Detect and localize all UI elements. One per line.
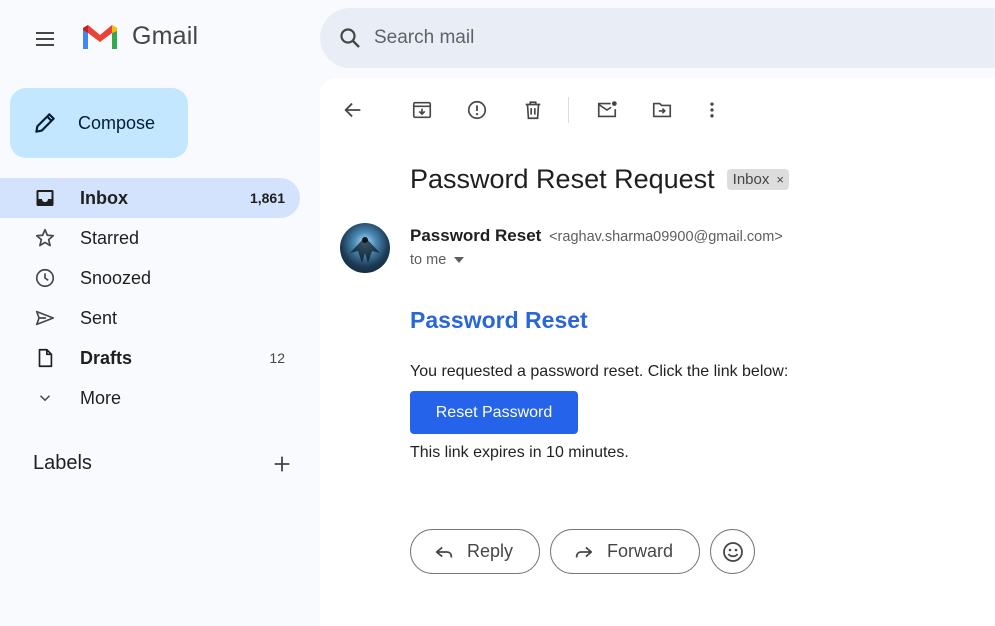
- sender-avatar[interactable]: [340, 223, 390, 273]
- forward-icon: [575, 546, 593, 557]
- sidebar-item-starred[interactable]: Starred: [0, 218, 300, 258]
- email-toolbar: [320, 90, 995, 130]
- email-body-text: You requested a password reset. Click th…: [410, 363, 789, 380]
- reset-password-button[interactable]: Reset Password: [410, 391, 578, 434]
- send-icon: [34, 307, 56, 329]
- email-view: Password Reset Request Inbox × Password …: [320, 78, 995, 626]
- chevron-down-icon: [34, 387, 56, 409]
- folder-move-icon: [652, 102, 672, 118]
- avatar-image: [350, 237, 380, 263]
- trash-icon: [525, 101, 541, 120]
- arrow-back-icon: [344, 102, 361, 118]
- gmail-logo[interactable]: Gmail: [80, 21, 198, 51]
- report-icon: [467, 100, 487, 120]
- sidebar-item-sent[interactable]: Sent: [0, 298, 300, 338]
- more-options-button[interactable]: [692, 90, 732, 130]
- sidebar-item-label: Snoozed: [80, 267, 152, 288]
- search-icon[interactable]: [338, 26, 362, 50]
- sender-name[interactable]: Password Reset: [410, 226, 541, 245]
- sidebar-item-more[interactable]: More: [0, 378, 300, 418]
- chip-label: Inbox: [732, 171, 770, 188]
- sidebar-item-snoozed[interactable]: Snoozed: [0, 258, 300, 298]
- app-name: Gmail: [132, 21, 199, 50]
- sidebar-item-label: Sent: [80, 307, 118, 328]
- compose-button[interactable]: Compose: [10, 88, 188, 158]
- subject-row: Password Reset Request Inbox ×: [410, 164, 789, 195]
- star-icon: [34, 227, 56, 249]
- recipient-details[interactable]: to me: [410, 252, 465, 268]
- hamburger-icon: [36, 32, 54, 46]
- more-vert-icon: [710, 102, 714, 118]
- search-input[interactable]: [374, 27, 874, 49]
- labels-title: Labels: [33, 452, 92, 474]
- draft-icon: [34, 347, 56, 369]
- mail-unread-icon: [597, 101, 617, 118]
- delete-button[interactable]: [513, 90, 553, 130]
- archive-icon: [412, 101, 432, 119]
- search-bar[interactable]: [320, 8, 995, 68]
- caret-down-icon: [454, 257, 465, 263]
- sender-email: <raghav.sharma09900@gmail.com>: [549, 229, 783, 245]
- sidebar-item-label: Inbox: [80, 187, 128, 208]
- inbox-label-chip[interactable]: Inbox ×: [726, 169, 789, 190]
- recipient-label: to me: [410, 252, 447, 268]
- labels-section: Labels: [33, 452, 293, 475]
- forward-button[interactable]: Forward: [550, 529, 701, 574]
- drafts-count: 12: [269, 350, 285, 366]
- sidebar-item-drafts[interactable]: Drafts 12: [0, 338, 300, 378]
- forward-label: Forward: [607, 541, 674, 561]
- pencil-icon: [35, 113, 55, 133]
- reply-label: Reply: [467, 541, 514, 561]
- clock-icon: [34, 267, 56, 289]
- reply-button[interactable]: Reply: [410, 529, 541, 574]
- toolbar-divider: [568, 97, 569, 123]
- reply-icon: [435, 546, 453, 557]
- remove-label-icon[interactable]: ×: [776, 172, 784, 187]
- back-button[interactable]: [333, 90, 373, 130]
- compose-label: Compose: [78, 112, 156, 133]
- main-menu-button[interactable]: [24, 18, 66, 60]
- sidebar-item-label: Drafts: [80, 347, 133, 368]
- inbox-count: 1,861: [249, 190, 285, 206]
- inbox-icon: [34, 187, 56, 209]
- move-to-button[interactable]: [642, 90, 682, 130]
- emoji-icon: [722, 541, 743, 562]
- email-expiry-text: This link expires in 10 minutes.: [410, 444, 629, 461]
- sender-info: Password Reset <raghav.sharma09900@gmail…: [410, 226, 783, 246]
- sidebar-item-label: Starred: [80, 227, 140, 248]
- emoji-reaction-button[interactable]: [710, 529, 756, 574]
- mark-unread-button[interactable]: [587, 90, 627, 130]
- gmail-m-icon: [83, 25, 117, 49]
- sidebar-nav: Inbox 1,861 Starred Snoozed Sent Drafts …: [0, 178, 300, 418]
- add-label-icon[interactable]: [271, 453, 293, 475]
- sidebar-item-inbox[interactable]: Inbox 1,861: [0, 178, 300, 218]
- email-actions: Reply Forward: [410, 529, 756, 574]
- sidebar-item-label: More: [80, 387, 122, 408]
- email-body-heading: Password Reset: [410, 307, 588, 333]
- report-spam-button[interactable]: [457, 90, 497, 130]
- archive-button[interactable]: [402, 90, 442, 130]
- email-subject: Password Reset Request: [410, 164, 715, 194]
